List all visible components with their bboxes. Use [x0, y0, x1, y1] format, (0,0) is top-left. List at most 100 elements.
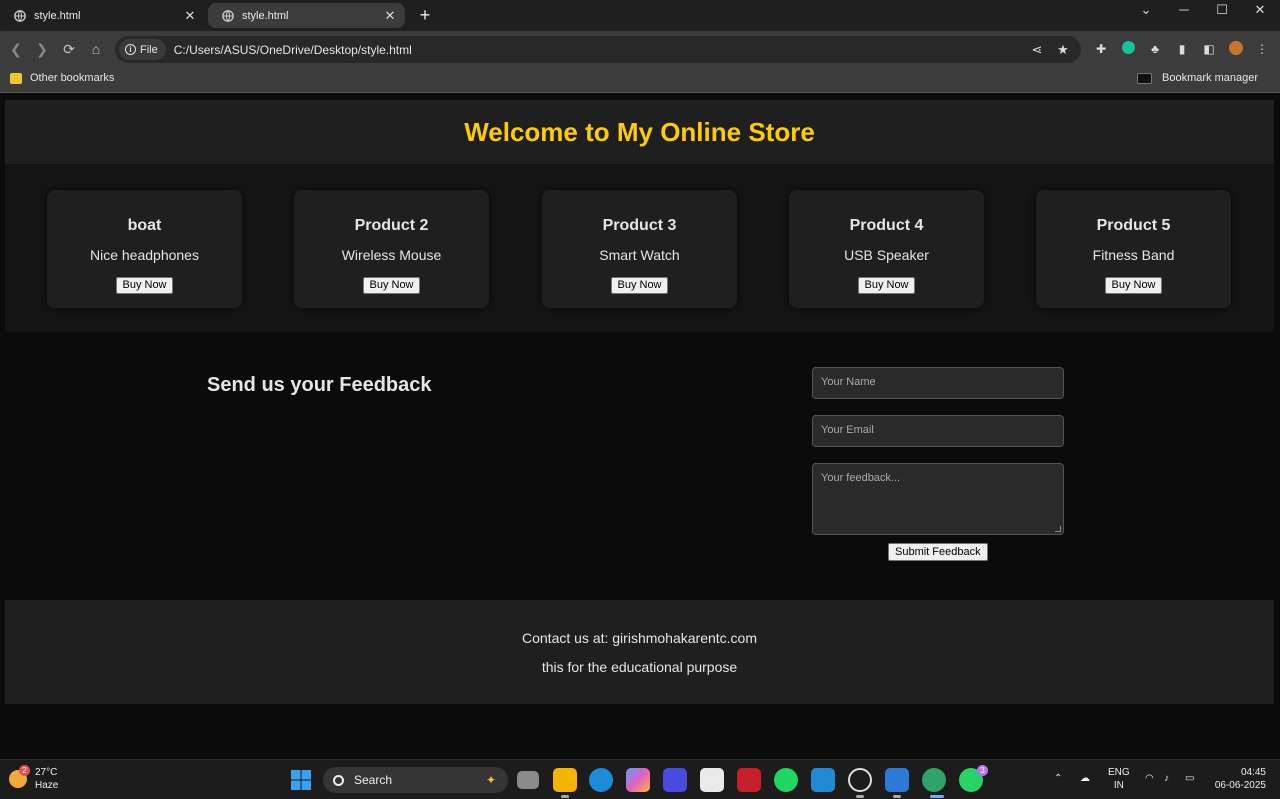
feedback-heading: Send us your Feedback — [207, 374, 432, 396]
region-code: IN — [1113, 780, 1124, 791]
weather-sun-icon: 2 — [9, 765, 30, 788]
edge-browser-icon[interactable] — [589, 768, 613, 792]
copilot-sparkle-icon: ✦ — [485, 773, 496, 787]
bookmarks-bar: Other bookmarks Bookmark manager — [0, 67, 1280, 93]
notification-badge: 2 — [19, 765, 30, 776]
close-tab-icon[interactable]: ✕ — [383, 8, 397, 24]
chrome-browser-icon[interactable] — [922, 768, 946, 792]
notepad-icon[interactable] — [885, 768, 909, 792]
side-panel-icon[interactable]: ◧ — [1201, 41, 1217, 57]
buy-now-button[interactable]: Buy Now — [363, 277, 420, 294]
running-indicator — [893, 795, 901, 798]
browser-tab-active[interactable]: style.html ✕ — [208, 3, 405, 28]
store-header: Welcome to My Online Store — [5, 100, 1274, 164]
reload-icon[interactable]: ⟳ — [60, 40, 78, 58]
folder-icon — [10, 72, 22, 84]
microsoft-store-icon[interactable] — [700, 768, 724, 792]
weather-widget[interactable]: 2 27°C Haze — [9, 765, 58, 792]
search-label: Search — [354, 773, 393, 787]
language-indicator[interactable]: ENG IN — [1108, 766, 1130, 792]
browser-toolbar: ❮ ❯ ⟳ ⌂ i File C:/Users/ASUS/OneDrive/De… — [0, 31, 1280, 67]
url-text[interactable]: C:/Users/ASUS/OneDrive/Desktop/style.htm… — [174, 43, 1029, 57]
globe-icon — [14, 9, 26, 22]
file-explorer-icon[interactable] — [553, 768, 577, 792]
extension-icon[interactable]: ♣ — [1147, 41, 1163, 57]
running-indicator — [561, 795, 569, 798]
menu-kebab-icon[interactable]: ⋮ — [1254, 41, 1270, 57]
product-description: Wireless Mouse — [341, 247, 442, 263]
back-icon[interactable]: ❮ — [7, 40, 25, 58]
grammarly-extension-icon[interactable] — [1120, 41, 1136, 57]
folder-icon — [1137, 72, 1152, 84]
minimize-icon[interactable]: ─ — [1174, 2, 1194, 17]
other-bookmarks-label: Other bookmarks — [30, 72, 115, 84]
product-section: boat Nice headphones Buy Now Product 2 W… — [5, 164, 1274, 332]
close-window-icon[interactable]: ✕ — [1250, 2, 1270, 18]
product-name: Product 2 — [354, 217, 429, 234]
battery-icon[interactable]: ▭ — [1185, 772, 1194, 785]
address-bar[interactable]: i File C:/Users/ASUS/OneDrive/Desktop/st… — [115, 36, 1081, 63]
buy-now-button[interactable]: Buy Now — [116, 277, 173, 294]
clock[interactable]: 04:45 06-06-2025 — [1210, 766, 1266, 792]
feedback-section: Send us your Feedback Your Name Your Ema… — [5, 332, 1274, 600]
product-card: Product 3 Smart Watch Buy Now — [542, 190, 737, 308]
email-input[interactable]: Your Email — [812, 415, 1064, 447]
browser-tab[interactable]: style.html ✕ — [0, 3, 205, 28]
vscode-icon[interactable] — [811, 768, 835, 792]
onedrive-cloud-icon[interactable]: ☁ — [1080, 772, 1090, 785]
copilot-icon[interactable] — [626, 768, 650, 792]
weather-temp: 27°C — [35, 767, 58, 778]
buy-now-button[interactable]: Buy Now — [858, 277, 915, 294]
search-icon — [333, 774, 344, 786]
extensions-puzzle-icon[interactable]: ✚ — [1093, 41, 1109, 57]
new-tab-icon[interactable]: + — [416, 5, 434, 25]
bookmark-manager[interactable]: Bookmark manager — [1137, 72, 1258, 84]
maximize-icon[interactable]: ☐ — [1212, 2, 1232, 18]
tab-title: style.html — [34, 9, 81, 22]
buy-now-button[interactable]: Buy Now — [611, 277, 668, 294]
resize-handle-icon[interactable] — [1055, 526, 1061, 532]
name-input[interactable]: Your Name — [812, 367, 1064, 399]
share-icon[interactable]: ⋖ — [1029, 42, 1045, 58]
clock-time: 04:45 — [1240, 767, 1266, 778]
product-description: Fitness Band — [1092, 247, 1175, 263]
info-icon: i — [125, 44, 136, 55]
task-view-icon[interactable] — [517, 771, 539, 789]
windows-start-icon[interactable] — [289, 768, 313, 792]
running-indicator — [856, 795, 864, 798]
bookmark-manager-label: Bookmark manager — [1162, 72, 1258, 84]
app-icon[interactable] — [663, 768, 687, 792]
show-hidden-icons-chevron-icon[interactable]: ⌃ — [1054, 772, 1062, 785]
bookmark-star-icon[interactable]: ★ — [1055, 42, 1071, 58]
taskbar-search[interactable]: Search ✦ — [323, 767, 508, 793]
chatgpt-icon[interactable] — [848, 768, 872, 792]
tab-title: style.html — [242, 9, 289, 22]
home-icon[interactable]: ⌂ — [87, 40, 105, 58]
volume-icon[interactable]: ♪ — [1164, 772, 1169, 785]
page-viewport: Welcome to My Online Store boat Nice hea… — [0, 94, 1280, 759]
profile-avatar-icon[interactable] — [1228, 41, 1244, 57]
contact-line: Contact us at: girishmohakarentc.com — [522, 630, 757, 646]
product-card: boat Nice headphones Buy Now — [47, 190, 242, 308]
product-name: Product 4 — [849, 217, 924, 234]
reading-list-icon[interactable]: ▮ — [1174, 41, 1190, 57]
tab-search-chevron-icon[interactable]: ⌄ — [1136, 2, 1156, 18]
product-description: Smart Watch — [599, 247, 680, 263]
close-tab-icon[interactable]: ✕ — [183, 8, 197, 24]
page-title: Welcome to My Online Store — [464, 116, 815, 147]
forward-icon[interactable]: ❯ — [33, 40, 51, 58]
spotify-icon[interactable] — [774, 768, 798, 792]
feedback-textarea[interactable]: Your feedback... — [812, 463, 1064, 535]
mcafee-icon[interactable] — [737, 768, 761, 792]
wifi-icon[interactable]: ◠ — [1145, 772, 1154, 785]
site-info-chip[interactable]: i File — [119, 39, 166, 60]
product-card: Product 2 Wireless Mouse Buy Now — [294, 190, 489, 308]
other-bookmarks[interactable]: Other bookmarks — [10, 72, 114, 84]
page-footer: Contact us at: girishmohakarentc.com thi… — [5, 600, 1274, 704]
product-description: Nice headphones — [90, 247, 199, 263]
lang-code: ENG — [1108, 767, 1130, 778]
whatsapp-icon[interactable]: 3 — [959, 765, 988, 792]
buy-now-button[interactable]: Buy Now — [1105, 277, 1162, 294]
clock-date: 06-06-2025 — [1214, 780, 1266, 791]
submit-feedback-button[interactable]: Submit Feedback — [888, 543, 988, 561]
